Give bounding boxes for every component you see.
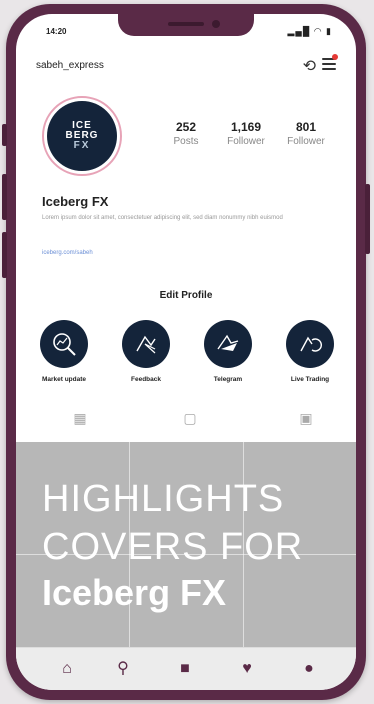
stat-value: 1,169	[230, 120, 262, 134]
notch	[118, 14, 254, 36]
highlight-telegram[interactable]: Telegram	[200, 320, 256, 383]
bottom-nav: ⌂ ⚲ ■ ♥ ●	[16, 647, 356, 690]
heart-icon[interactable]: ♥	[238, 660, 256, 678]
menu-icon[interactable]	[322, 54, 338, 72]
stat-label: Follower	[227, 136, 265, 147]
power-button	[365, 184, 370, 254]
telegram-icon	[204, 320, 252, 368]
edit-profile-button[interactable]: Edit Profile	[16, 290, 356, 301]
profile-name: Iceberg FX	[42, 194, 109, 209]
profile-link[interactable]: iceberg.com/sabeh	[42, 250, 93, 256]
speaker	[168, 22, 204, 26]
stat-label: Posts	[173, 136, 199, 147]
profile-icon[interactable]: ●	[300, 660, 318, 678]
highlight-label: Live Trading	[290, 376, 330, 383]
highlight-label: Feedback	[131, 376, 161, 383]
avatar-logo: ICE BERG FX	[47, 101, 117, 171]
highlight-label: Telegram	[213, 376, 243, 383]
home-icon[interactable]: ⌂	[58, 660, 76, 678]
search-icon[interactable]: ⚲	[114, 660, 132, 678]
reels-icon[interactable]: ▢	[182, 410, 198, 426]
post-grid[interactable]: HIGHLIGHTS COVERS FOR Iceberg FX	[16, 442, 356, 656]
avatar-logo-line3: FX	[73, 140, 91, 151]
profile-tabs: ▦ ▢ ▣	[16, 410, 356, 432]
front-camera	[212, 20, 220, 28]
stat-followers[interactable]: 1,169 Follower	[216, 120, 276, 147]
post-headline-line2: COVERS FOR	[42, 526, 304, 568]
highlight-feedback[interactable]: Feedback	[118, 320, 174, 383]
post-headline-line3: Iceberg FX	[42, 572, 227, 613]
stat-label: Follower	[287, 136, 325, 147]
highlight-live-trading[interactable]: Live Trading	[282, 320, 338, 383]
stat-following[interactable]: 801 Follower	[276, 120, 336, 147]
live-trading-icon	[286, 320, 334, 368]
tagged-icon[interactable]: ▣	[298, 410, 314, 426]
status-icons: ▂▄█ ◠ ▮	[287, 26, 332, 36]
screen: 14:20 ▂▄█ ◠ ▮ sabeh_express ⟲ ICE BERG F…	[16, 14, 356, 690]
history-icon[interactable]: ⟲	[303, 56, 316, 76]
mute-switch	[2, 124, 7, 146]
stat-value: 801	[295, 120, 317, 134]
profile-stats: 252 Posts 1,169 Follower 801 Follower	[156, 120, 336, 147]
add-icon[interactable]: ■	[176, 660, 194, 678]
market-chart-icon	[40, 320, 88, 368]
highlight-label: Market update	[41, 376, 87, 383]
volume-up-button	[2, 174, 7, 220]
notification-dot	[332, 54, 338, 60]
phone-frame: 14:20 ▂▄█ ◠ ▮ sabeh_express ⟲ ICE BERG F…	[2, 4, 370, 700]
stat-posts[interactable]: 252 Posts	[156, 120, 216, 147]
stat-value: 252	[175, 120, 197, 134]
grid-icon[interactable]: ▦	[72, 410, 88, 426]
highlight-market-update[interactable]: Market update	[36, 320, 92, 383]
volume-down-button	[2, 232, 7, 278]
post-headline-line1: HIGHLIGHTS	[42, 478, 285, 520]
avatar[interactable]: ICE BERG FX	[42, 96, 122, 176]
username[interactable]: sabeh_express	[36, 60, 104, 71]
profile-header: sabeh_express ⟲	[16, 54, 356, 78]
profile-bio: Lorem ipsum dolor sit amet, consectetuer…	[42, 215, 283, 221]
status-time: 14:20	[46, 27, 67, 36]
feedback-icon	[122, 320, 170, 368]
